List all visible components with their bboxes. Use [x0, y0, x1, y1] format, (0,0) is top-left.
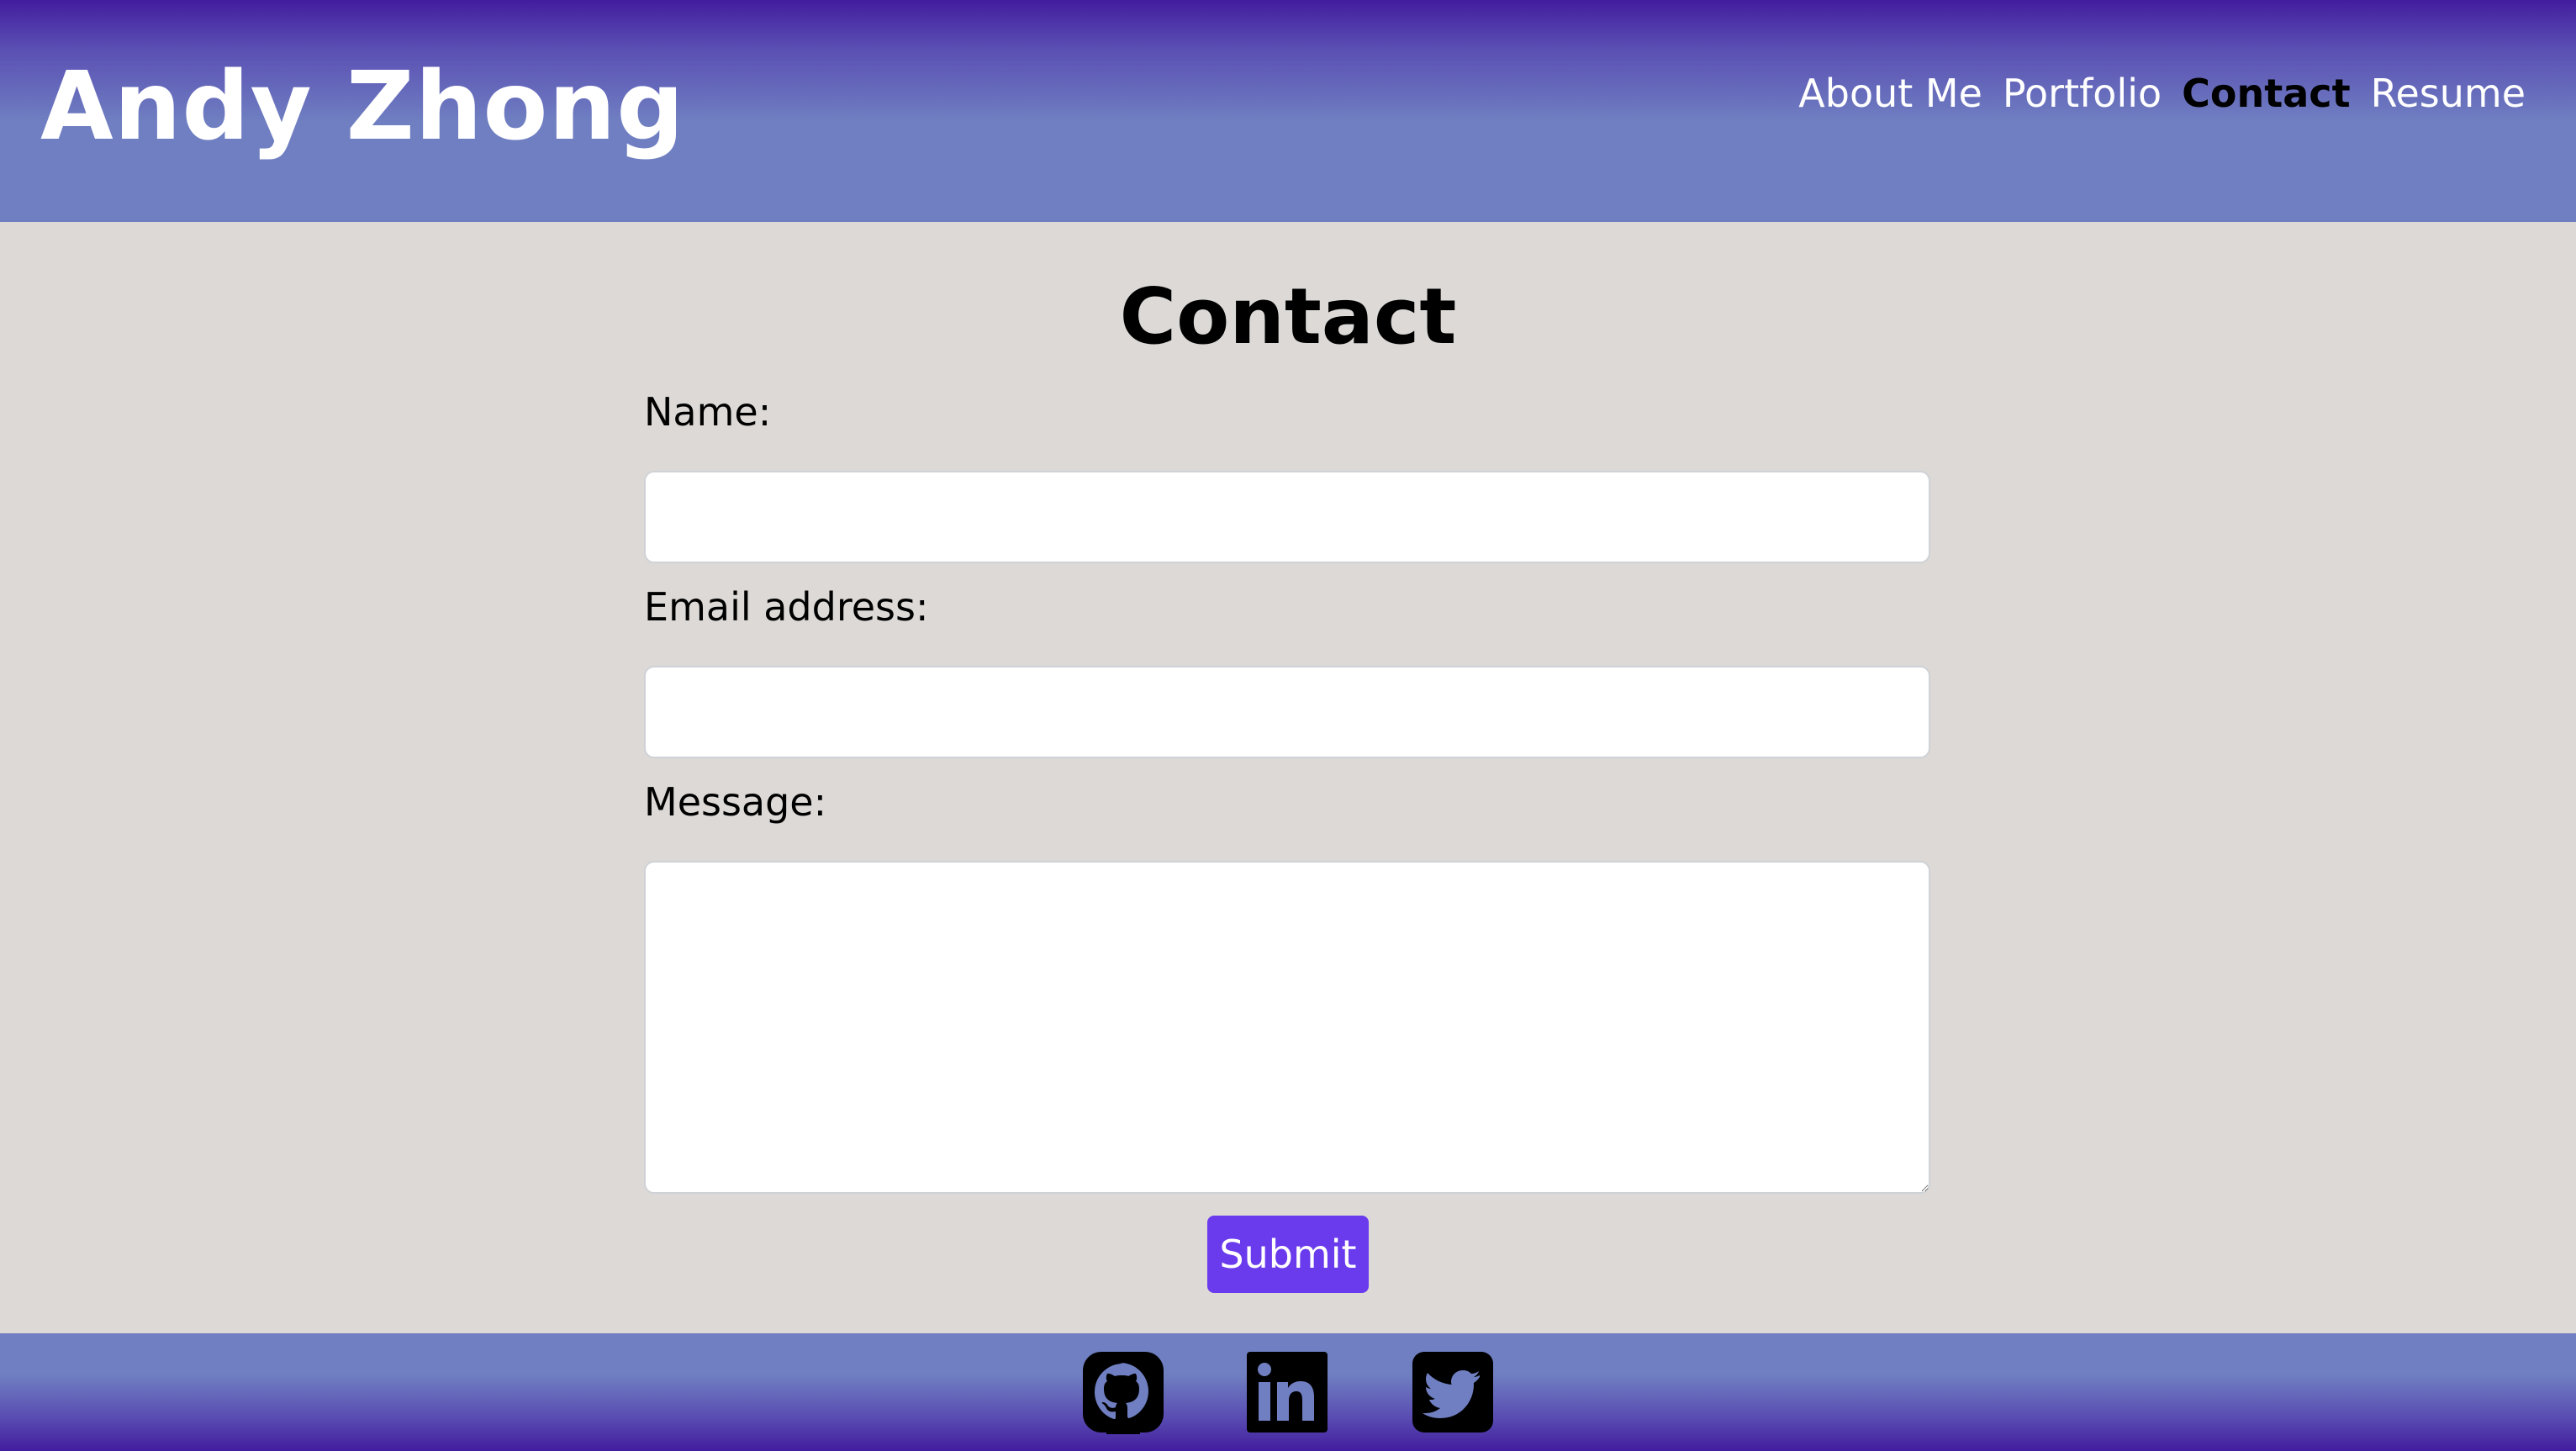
email-label: Email address:: [644, 584, 929, 630]
linkedin-icon: [1247, 1352, 1328, 1433]
submit-button[interactable]: Submit: [1207, 1216, 1369, 1293]
name-label: Name:: [644, 389, 772, 435]
email-field[interactable]: [644, 666, 1930, 758]
page-title: Contact: [1119, 272, 1457, 361]
nav-portfolio[interactable]: Portfolio: [2003, 66, 2162, 121]
twitter-icon: [1412, 1352, 1493, 1433]
message-label: Message:: [644, 779, 827, 825]
github-link[interactable]: [1081, 1350, 1165, 1434]
nav-about-me[interactable]: About Me: [1798, 66, 1982, 121]
name-field[interactable]: [644, 471, 1930, 563]
site-footer: [0, 1333, 2576, 1451]
main-nav: About Me Portfolio Contact Resume: [1798, 66, 2526, 121]
twitter-link[interactable]: [1411, 1350, 1495, 1434]
nav-resume[interactable]: Resume: [2371, 66, 2526, 121]
message-field[interactable]: [644, 861, 1930, 1194]
nav-contact[interactable]: Contact: [2182, 66, 2350, 121]
site-header: Andy Zhong About Me Portfolio Contact Re…: [0, 0, 2576, 222]
linkedin-link[interactable]: [1245, 1350, 1329, 1434]
site-title[interactable]: Andy Zhong: [40, 52, 684, 161]
github-icon: [1083, 1352, 1164, 1434]
